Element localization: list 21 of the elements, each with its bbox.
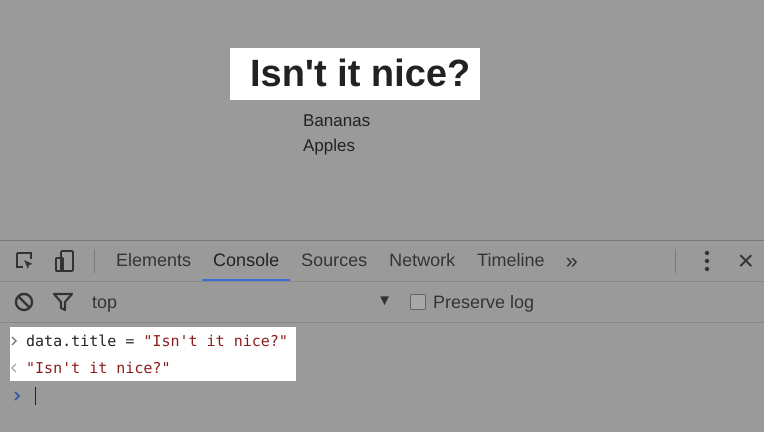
more-tabs-button[interactable]: » xyxy=(556,248,588,274)
console-line: data.title = "Isn't it nice?" xyxy=(26,332,288,350)
prompt-icon xyxy=(13,391,21,401)
list-item: Apples xyxy=(303,135,356,157)
console-line: "Isn't it nice?" xyxy=(26,358,170,376)
devtools-tab[interactable]: Timeline xyxy=(466,241,556,281)
devtools-tab[interactable]: Elements xyxy=(105,241,202,281)
preserve-log-label: Preserve log xyxy=(433,292,534,312)
close-button[interactable]: × xyxy=(738,247,754,275)
devtools-tab[interactable]: Console xyxy=(202,241,290,281)
devtools-tab[interactable]: Sources xyxy=(290,241,378,281)
page-heading: Isn't it nice? xyxy=(230,48,480,100)
context-dropdown[interactable]: top ▼ xyxy=(92,292,392,312)
input-prompt-icon xyxy=(10,336,18,346)
filter-icon[interactable] xyxy=(52,292,74,312)
menu-icon[interactable] xyxy=(704,250,710,272)
clear-console-icon[interactable] xyxy=(14,292,34,312)
devtools-tab[interactable]: Network xyxy=(378,241,466,281)
list-item: Bananas xyxy=(303,110,372,132)
preserve-log-checkbox[interactable] xyxy=(410,294,426,310)
device-icon[interactable] xyxy=(54,249,76,273)
